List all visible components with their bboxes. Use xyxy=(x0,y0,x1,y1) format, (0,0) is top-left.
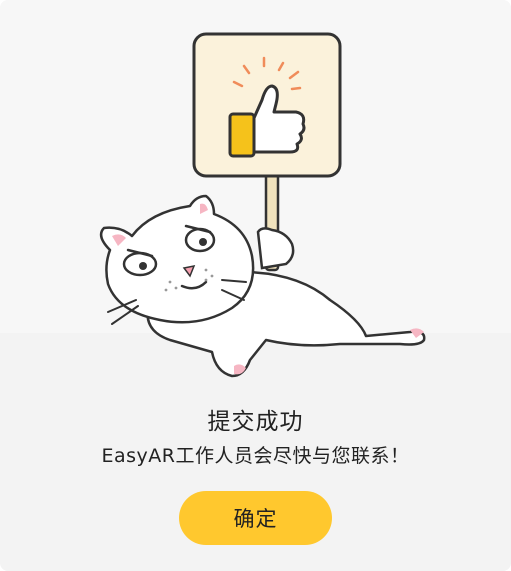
success-title: 提交成功 xyxy=(207,409,304,435)
success-dialog: 提交成功 EasyAR工作人员会尽快与您联系！ 确定 xyxy=(0,0,511,571)
cat-paw xyxy=(256,227,295,270)
cat-head xyxy=(99,194,255,324)
cat-thumbs-up-illustration xyxy=(99,32,426,378)
confirm-button[interactable]: 确定 xyxy=(179,491,332,545)
contact-message: EasyAR工作人员会尽快与您联系！ xyxy=(101,445,410,467)
